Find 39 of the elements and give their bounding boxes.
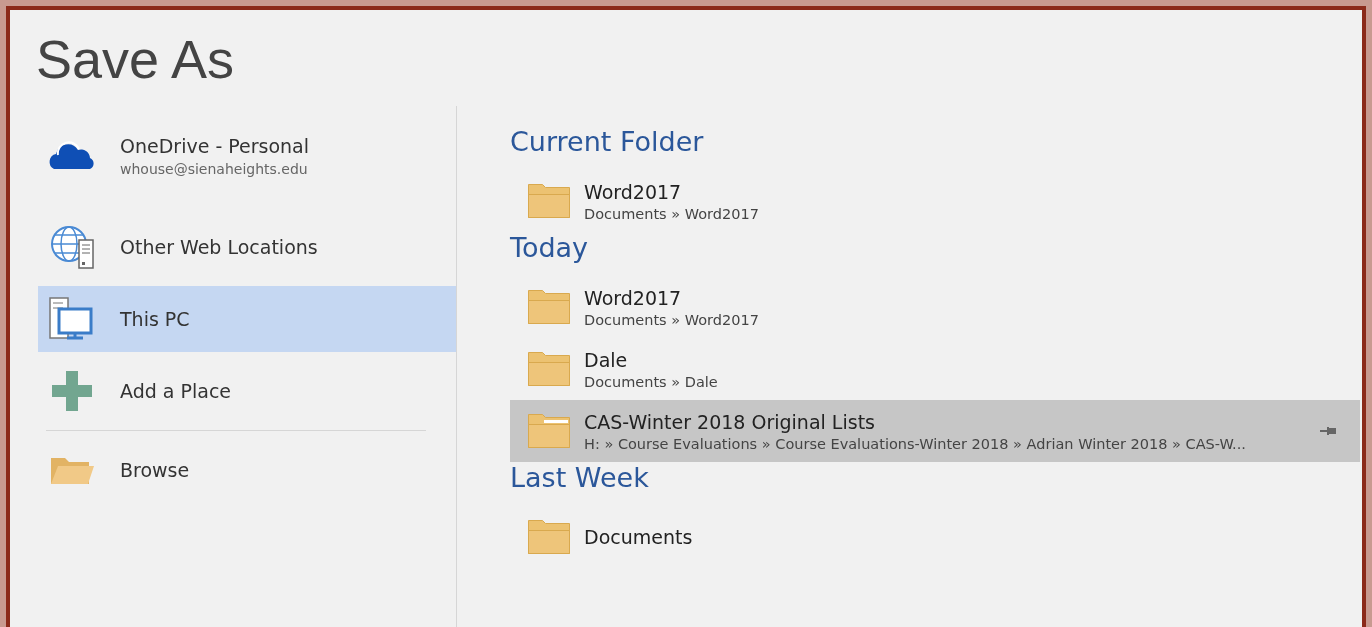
section-heading: Last Week (510, 462, 650, 495)
folder-item[interactable]: CAS-Winter 2018 Original Lists H: » Course Evaluations » Course Evaluations-Winter 2018 » Adrian Winter 2018 » CAS-W... (510, 400, 1360, 462)
place-item[interactable]: Add a Place (38, 358, 456, 424)
place-label: This PC (120, 308, 190, 330)
place-item[interactable]: Browse (38, 437, 456, 503)
folder-path: H: » Course Evaluations » Course Evaluations-Winter 2018 » Adrian Winter 2018 » CAS-W... (584, 435, 1246, 452)
folder-icon (528, 414, 570, 448)
place-label: OneDrive - Personal (120, 135, 310, 157)
folder-item[interactable]: Documents (510, 506, 1360, 568)
folder-icon (528, 290, 570, 324)
computer-icon (49, 297, 95, 341)
folder-item[interactable]: Word2017 Documents » Word2017 (510, 170, 1360, 232)
account-email: whouse@sienaheights.edu (120, 161, 309, 177)
place-label: Add a Place (120, 380, 232, 402)
folder-path: Documents » Word2017 (584, 311, 759, 328)
folder-icon (528, 520, 570, 554)
plus-icon (52, 371, 92, 411)
page-title: Save As (35, 28, 236, 91)
folder-icon (528, 184, 570, 218)
place-label: Other Web Locations (120, 236, 318, 258)
folder-name: Word2017 (584, 286, 683, 309)
globe-server-icon (49, 224, 95, 270)
place-item[interactable]: Other Web Locations (38, 214, 456, 280)
place-label: Browse (120, 459, 190, 481)
cloud-icon (48, 141, 96, 171)
place-item[interactable]: This PC (38, 286, 456, 352)
section-heading: Today (510, 232, 590, 265)
folder-item[interactable]: Word2017 Documents » Word2017 (510, 276, 1360, 338)
section-heading: Current Folder (510, 126, 705, 159)
folder-item[interactable]: Dale Documents » Dale (510, 338, 1360, 400)
folder-icon (528, 352, 570, 386)
folder-name: Dale (584, 348, 629, 371)
folder-path: Documents » Dale (584, 373, 718, 390)
folder-name: Documents (584, 526, 693, 548)
folder-name: Word2017 (584, 180, 683, 203)
pin-icon[interactable] (1320, 425, 1336, 437)
folder-name: CAS-Winter 2018 Original Lists (584, 410, 876, 433)
folder-path: Documents » Word2017 (584, 205, 759, 222)
place-item[interactable]: OneDrive - Personal whouse@sienaheights.edu (38, 120, 456, 192)
